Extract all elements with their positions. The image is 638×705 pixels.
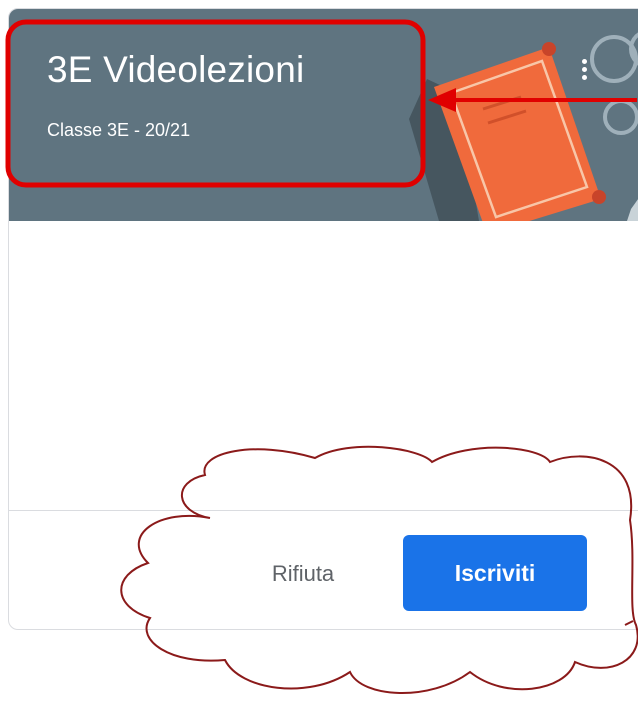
class-title[interactable]: 3E Videolezioni [47,49,304,91]
decline-button[interactable]: Rifiuta [242,550,364,598]
join-button[interactable]: Iscriviti [403,535,587,611]
card-divider [9,510,638,511]
class-subtitle: Classe 3E - 20/21 [47,120,191,140]
more-vert-icon[interactable] [577,49,591,89]
class-banner: 3E Videolezioni Classe 3E - 20/21 [9,9,638,221]
book-illustration [409,32,638,221]
